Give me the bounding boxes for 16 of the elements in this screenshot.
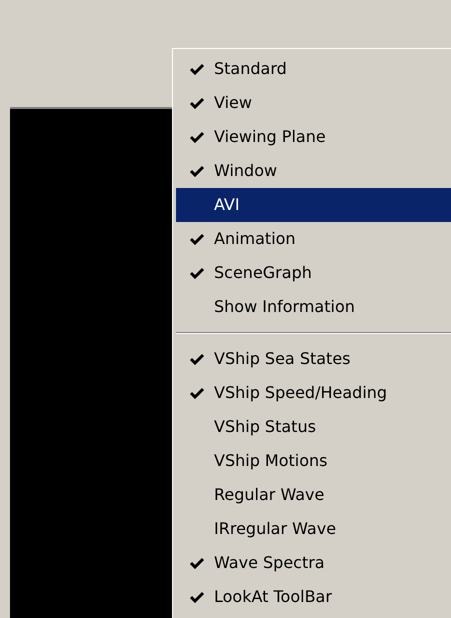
menu-item[interactable]: Show Information [176,290,451,324]
menu-item[interactable]: Wave Spectra [176,546,451,580]
menu-item[interactable]: LookAt ToolBar [176,580,451,614]
menu-item[interactable]: Window [176,154,451,188]
menu-item[interactable]: VShip Status [176,410,451,444]
menu-item[interactable]: AVI [176,188,451,222]
menu-item[interactable]: VShip Sea States [176,342,451,376]
menu-item[interactable]: SceneGraph [176,256,451,290]
menu-item[interactable]: Standard [176,52,451,86]
menu-item[interactable]: Regular Wave [176,478,451,512]
menu-item[interactable]: Animation [176,222,451,256]
menu-item[interactable]: IRregular Wave [176,512,451,546]
menu-item[interactable]: View [176,86,451,120]
menu-item[interactable]: VShip Motions [176,444,451,478]
menu-item[interactable]: VShip Speed/Heading [176,376,451,410]
menu-item[interactable]: Viewing Plane [176,120,451,154]
